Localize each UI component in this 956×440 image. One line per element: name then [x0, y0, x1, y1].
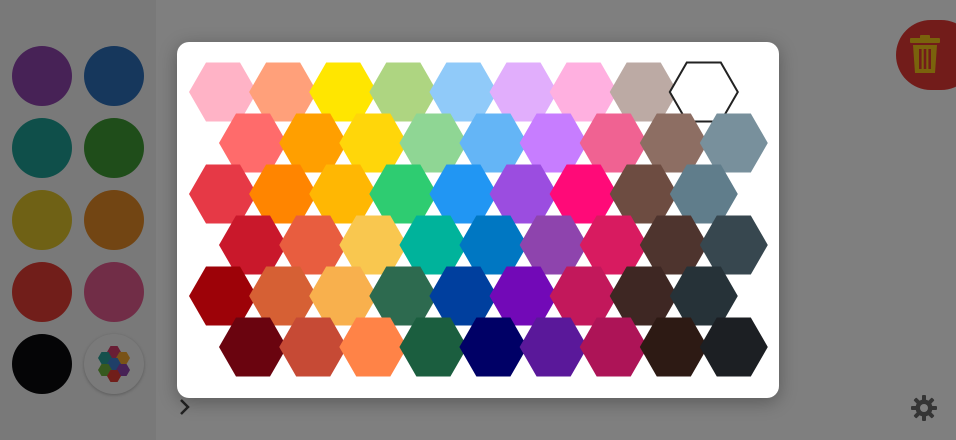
hex-swatch-r3-c6[interactable]: [489, 164, 558, 224]
hex-swatch-r4-c9[interactable]: [699, 215, 768, 275]
hex-swatch-r1-c1[interactable]: [189, 62, 257, 122]
hex-swatch-r1-c5[interactable]: [429, 62, 498, 122]
hex-swatch-r6-c8[interactable]: [639, 317, 708, 377]
hex-swatch-r3-c8[interactable]: [609, 164, 678, 224]
hex-swatch-r2-c1[interactable]: [219, 113, 287, 173]
hex-swatch-r6-c2[interactable]: [279, 317, 348, 377]
hex-swatch-r5-c4[interactable]: [369, 266, 438, 326]
hex-swatch-r5-c9[interactable]: [669, 266, 738, 326]
hex-swatch-r4-c4[interactable]: [399, 215, 468, 275]
hex-swatch-r2-c5[interactable]: [459, 113, 528, 173]
hex-swatch-r3-c3[interactable]: [309, 164, 378, 224]
hex-swatch-r2-c6[interactable]: [519, 113, 588, 173]
hex-swatch-r1-c4[interactable]: [369, 62, 438, 122]
hex-swatch-r5-c2[interactable]: [249, 266, 318, 326]
hex-swatch-r3-c7[interactable]: [549, 164, 618, 224]
hex-swatch-r2-c4[interactable]: [399, 113, 468, 173]
hex-swatch-r6-c3[interactable]: [339, 317, 408, 377]
hex-swatch-r4-c3[interactable]: [339, 215, 408, 275]
hex-swatch-r5-c5[interactable]: [429, 266, 498, 326]
hex-swatch-r4-c1[interactable]: [219, 215, 287, 275]
hex-swatch-r5-c6[interactable]: [489, 266, 558, 326]
hex-swatch-r3-c1[interactable]: [189, 164, 257, 224]
hex-swatch-r6-c4[interactable]: [399, 317, 468, 377]
color-picker-dialog: [177, 42, 779, 398]
hex-swatch-r4-c5[interactable]: [459, 215, 528, 275]
hex-swatch-r1-c2[interactable]: [249, 62, 318, 122]
hex-swatch-r4-c8[interactable]: [639, 215, 708, 275]
hex-swatch-r6-c7[interactable]: [579, 317, 648, 377]
hex-swatch-r5-c1[interactable]: [189, 266, 257, 326]
hex-swatch-r5-c8[interactable]: [609, 266, 678, 326]
hex-swatch-r6-c9[interactable]: [699, 317, 768, 377]
hex-swatch-r2-c3[interactable]: [339, 113, 408, 173]
hex-swatch-r4-c7[interactable]: [579, 215, 648, 275]
hex-swatch-r1-c9[interactable]: [668, 61, 739, 123]
hex-swatch-r1-c7[interactable]: [549, 62, 618, 122]
hex-swatch-r6-c5[interactable]: [459, 317, 528, 377]
hex-swatch-r3-c4[interactable]: [369, 164, 438, 224]
hex-swatch-r5-c3[interactable]: [309, 266, 378, 326]
hex-swatch-r3-c5[interactable]: [429, 164, 498, 224]
hex-swatch-r1-c3[interactable]: [309, 62, 378, 122]
hex-swatch-r2-c7[interactable]: [579, 113, 648, 173]
hex-swatch-r4-c6[interactable]: [519, 215, 588, 275]
hex-swatch-r6-c1[interactable]: [219, 317, 287, 377]
hex-swatch-r5-c7[interactable]: [549, 266, 618, 326]
hex-swatch-r4-c2[interactable]: [279, 215, 348, 275]
hex-swatch-r3-c9[interactable]: [669, 164, 738, 224]
hex-swatch-r3-c2[interactable]: [249, 164, 318, 224]
hex-swatch-r6-c6[interactable]: [519, 317, 588, 377]
hex-swatch-r1-c6[interactable]: [489, 62, 558, 122]
hex-color-grid: [189, 61, 768, 377]
hex-swatch-r2-c2[interactable]: [279, 113, 348, 173]
hex-swatch-r1-c8[interactable]: [609, 62, 678, 122]
